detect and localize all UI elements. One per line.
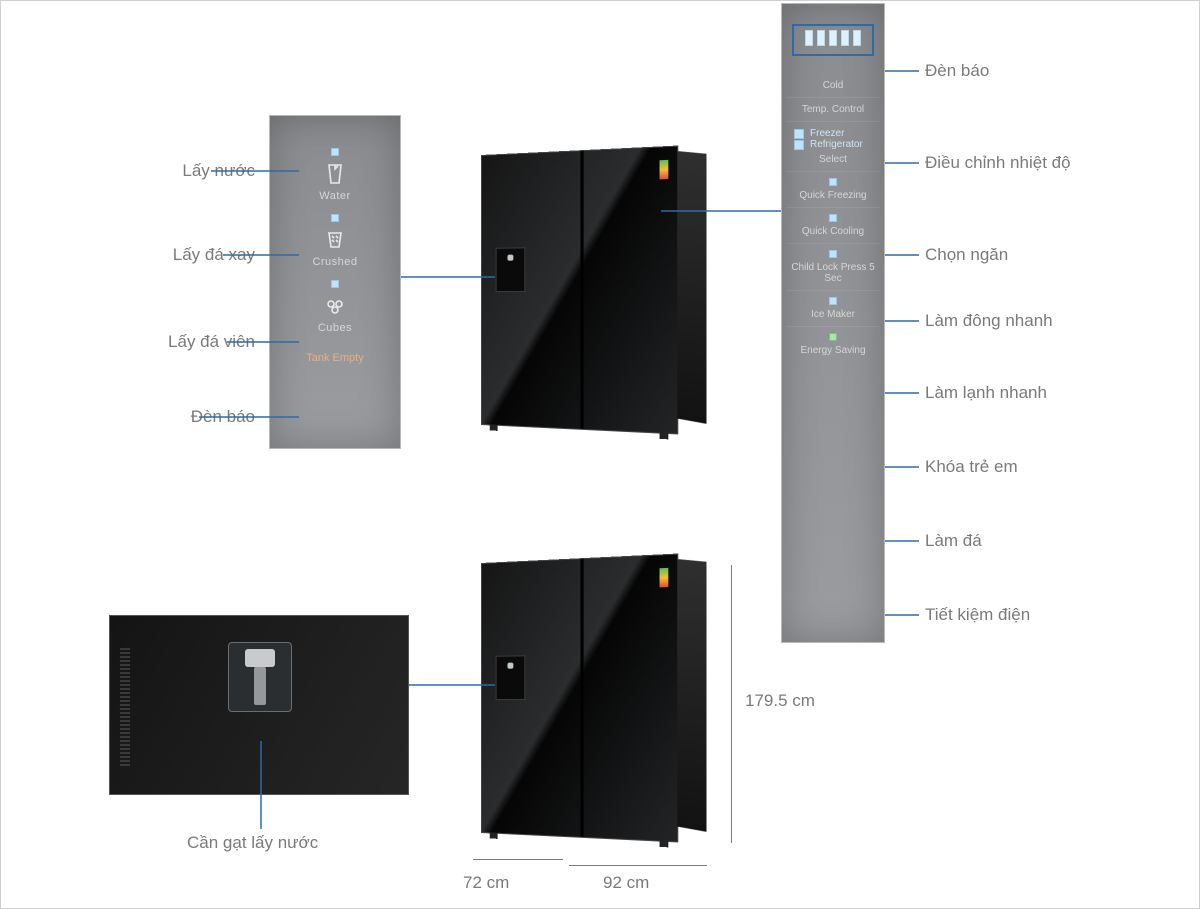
spout-icon [245,649,275,667]
callout-crushed: Lấy đá xay [127,245,255,265]
callout-qcool: Làm lạnh nhanh [925,383,1047,403]
indicator-light: Cold [786,18,880,97]
energy-saving-label: Energy Saving [786,345,880,356]
function-control-panel: Cold Temp. Control Freezer Refrigerator … [781,3,885,643]
callout-select: Chọn ngăn [925,245,1008,265]
water-lever-closeup [109,615,409,795]
crushed-button[interactable]: Crushed [280,214,390,268]
ice-maker-label: Ice Maker [786,309,880,320]
quick-freeze-button[interactable]: Quick Freezing [786,171,880,207]
water-button[interactable]: Water [280,148,390,202]
fridge-bottom [481,563,671,833]
opt-refrigerator: Refrigerator [786,139,880,150]
diagram-stage: Water Crushed Cubes Tank Empty Lấy nước … [0,0,1200,909]
lever-icon[interactable] [254,667,266,705]
cold-label: Cold [786,80,880,91]
temp-control-label: Temp. Control [786,104,880,115]
door-dispenser-icon [496,247,526,292]
quick-freeze-label: Quick Freezing [786,190,880,201]
callout-indicator: Đèn báo [925,61,989,81]
cubes-button[interactable]: Cubes [280,280,390,334]
fridge-top [481,155,671,425]
dim-height: 179.5 cm [745,691,815,711]
energy-saving-button[interactable]: Energy Saving [786,326,880,362]
tank-empty-indicator: Tank Empty [280,352,390,364]
ice-maker-button[interactable]: Ice Maker [786,290,880,326]
crushed-label: Crushed [280,256,390,268]
cubes-label: Cubes [280,322,390,334]
callout-water: Lấy nước [127,161,255,181]
callout-cubes: Lấy đá viên [127,332,255,352]
select-label: Select [786,154,880,165]
callout-energysav: Tiết kiệm điện [925,605,1030,625]
quick-cool-label: Quick Cooling [786,226,880,237]
compartment-select-button[interactable]: Freezer Refrigerator Select [786,121,880,171]
child-lock-button[interactable]: Child Lock Press 5 Sec [786,243,880,290]
quick-cool-button[interactable]: Quick Cooling [786,207,880,243]
callout-icemaker: Làm đá [925,531,982,551]
opt-freezer: Freezer [786,128,880,139]
dispenser-slot [228,642,292,712]
callout-childlock: Khóa trẻ em [925,457,1018,477]
child-lock-label: Child Lock Press 5 Sec [786,262,880,284]
dim-depth-line [473,859,563,860]
dispenser-control-panel: Water Crushed Cubes Tank Empty [269,115,401,449]
callout-tank-empty: Đèn báo [127,407,255,427]
callout-qfreeze: Làm đông nhanh [925,311,1053,331]
tank-empty-label: Tank Empty [280,352,390,364]
callout-temp: Điều chỉnh nhiệt độ [925,153,1071,173]
water-label: Water [280,190,390,202]
dim-width-line [569,865,707,866]
callout-lever: Cần gạt lấy nước [187,833,318,853]
dim-height-line [731,565,732,843]
temp-control-button[interactable]: Temp. Control [786,97,880,121]
energy-label-icon [660,160,669,180]
dim-width: 92 cm [603,873,649,893]
dim-depth: 72 cm [463,873,509,893]
